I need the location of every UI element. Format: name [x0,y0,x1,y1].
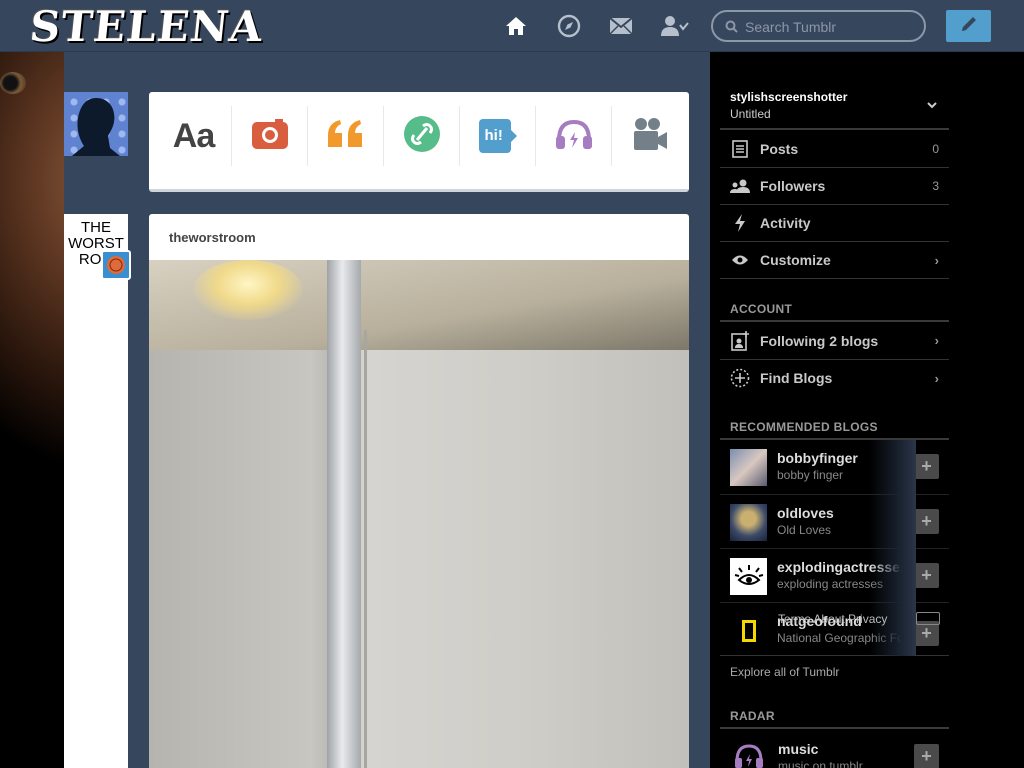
posts-count: 0 [932,141,939,156]
blog-avatar[interactable] [730,449,767,486]
headphones-icon [734,743,764,768]
post-avatar-column [64,214,128,768]
account-icon[interactable] [661,14,689,38]
keyboard-icon[interactable] [916,612,940,625]
explore-icon[interactable] [556,14,582,38]
sidebar-item-label: Followers [760,178,826,194]
follow-plus-icon[interactable]: + [914,454,939,479]
blog-avatar[interactable] [730,612,767,649]
background-eye-left [0,72,26,94]
headphones-icon [555,118,593,155]
video-post-button[interactable] [612,106,688,166]
chat-post-button[interactable]: hi! [460,106,536,166]
user-avatar[interactable] [64,92,128,156]
explore-link[interactable]: Explore all of Tumblr [730,665,839,679]
radar-subtitle: music on tumblr [778,759,863,768]
blog-name[interactable]: bobbyfinger [777,450,858,466]
sidebar-item-activity[interactable]: Activity [720,204,949,241]
face-icon [107,256,125,274]
sidebar-item-following[interactable]: Following 2 blogs › [720,322,949,359]
recommended-section-title: RECOMMENDED BLOGS [730,420,878,434]
sun-eye-icon [734,564,763,585]
video-camera-icon [632,117,668,156]
reblog-mini-avatar[interactable] [101,250,131,280]
text-post-button[interactable]: Aa [156,106,232,166]
link-icon [403,115,441,158]
radar-section-title: RADAR [730,709,775,723]
eye-icon [720,254,760,266]
home-icon[interactable] [503,14,529,38]
chevron-right-icon: › [934,252,939,268]
post-photo[interactable] [149,260,689,768]
footer-links[interactable]: Terms About Privacy [778,612,887,626]
lightning-icon [720,214,760,232]
inbox-icon[interactable] [608,14,634,38]
camera-icon [251,118,289,155]
sidebar-item-posts[interactable]: Posts 0 [720,130,949,167]
post-type-bar: Aa hi! [149,92,689,192]
post-blog-name[interactable]: theworstroom [149,214,689,260]
sidebar-item-label: Customize [760,252,831,268]
photo-wall-corner [364,330,367,768]
sidebar-item-label: Following 2 blogs [760,332,879,349]
sidebar-item-label: Find Blogs [760,370,833,386]
photo-post-button[interactable] [232,106,308,166]
natgeo-frame-icon [741,619,756,642]
followers-count: 3 [932,179,939,193]
blog-avatar[interactable] [730,558,767,595]
followers-icon [720,179,760,193]
posts-icon [720,139,760,158]
photo-pole [327,260,361,768]
quote-post-button[interactable] [308,106,384,166]
blog-name[interactable]: oldloves [777,505,834,521]
link-post-button[interactable] [384,106,460,166]
sidebar-item-label: Posts [760,140,799,157]
blog-title: exploding actresses [777,577,884,591]
blog-title: bobby finger [777,468,844,482]
follow-plus-icon[interactable]: + [914,563,939,588]
blog-title: Old Loves [777,523,832,537]
sidebar-divider [720,278,949,279]
chat-icon: hi! [478,118,518,154]
photo-lamp [193,260,303,320]
follow-plus-icon[interactable]: + [914,509,939,534]
blog-avatar[interactable] [730,504,767,541]
sidebar-item-find-blogs[interactable]: Find Blogs › [720,359,949,396]
audio-post-button[interactable] [536,106,612,166]
top-header: STELENA [0,0,1024,52]
account-name: stylishscreenshotter [730,90,848,104]
chevron-right-icon: › [934,333,939,348]
compose-button[interactable] [946,10,991,42]
silhouette-icon [72,98,120,156]
following-icon [720,330,760,351]
pencil-icon [959,14,979,39]
follow-plus-icon[interactable]: + [914,744,939,768]
sidebar-item-followers[interactable]: Followers 3 [720,167,949,204]
blog-logo[interactable]: STELENA [27,2,265,51]
sidebar-item-label: Activity [760,215,811,231]
search-input[interactable] [745,17,915,37]
chat-icon-label: hi! [484,127,503,144]
text-post-label: Aa [172,116,215,155]
chevron-down-icon [927,96,937,114]
sidebar-item-customize[interactable]: Customize › [720,241,949,278]
account-section-title: ACCOUNT [730,302,793,316]
account-switcher[interactable]: stylishscreenshotter Untitled [730,88,945,124]
quote-icon [326,119,366,154]
search-box[interactable] [711,10,926,42]
search-icon [725,20,738,38]
chevron-right-icon: › [934,370,939,386]
account-subtitle: Untitled [730,107,771,121]
radar-item[interactable]: music music on tumblr + [720,729,949,768]
radar-name[interactable]: music [778,741,818,757]
compass-icon [720,368,760,388]
dashboard-post: theworstroom [149,214,689,768]
